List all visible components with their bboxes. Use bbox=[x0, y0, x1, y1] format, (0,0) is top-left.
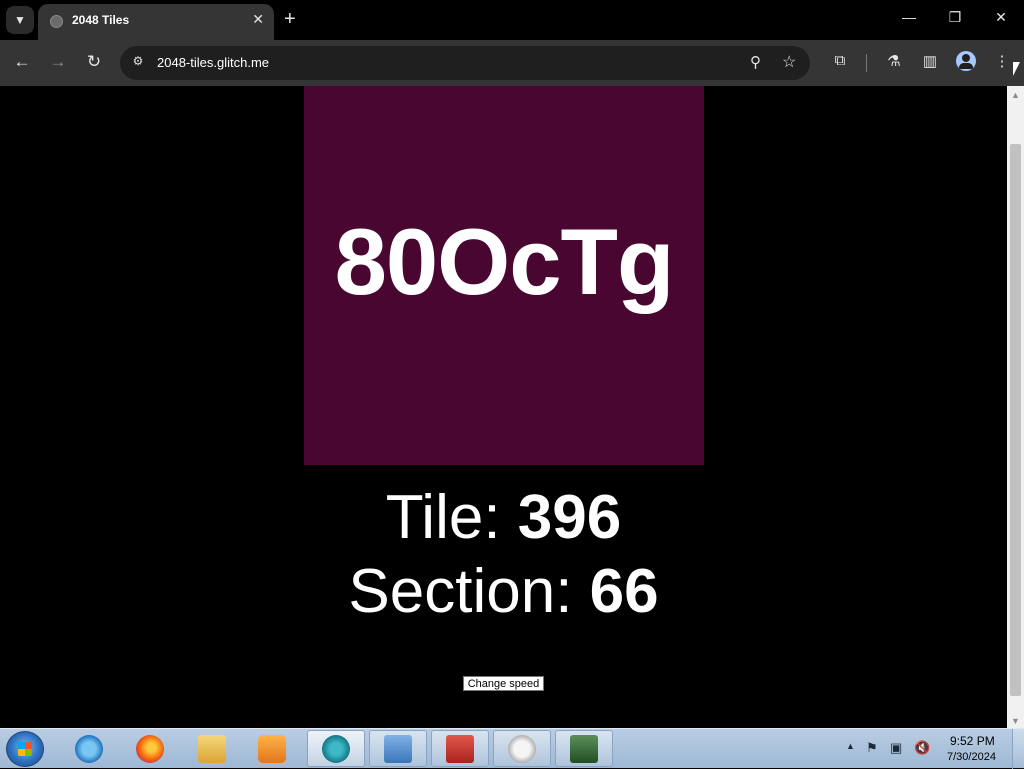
reload-icon[interactable]: ↻ bbox=[83, 52, 105, 72]
url-text[interactable]: 2048-tiles.glitch.me bbox=[157, 55, 269, 70]
star-icon[interactable]: ☆ bbox=[782, 52, 796, 72]
taskbar-app-toolbox[interactable] bbox=[431, 730, 489, 767]
clock-date[interactable]: 7/30/2024 bbox=[947, 751, 996, 763]
profile-icon[interactable] bbox=[956, 51, 976, 71]
media-player-icon bbox=[258, 734, 286, 763]
windows-taskbar: ▲ ⚑ ▣ 🔇 9:52 PM 7/30/2024 bbox=[0, 728, 1024, 769]
kebab-menu-icon[interactable]: ⋮ bbox=[992, 52, 1012, 70]
toolbox-icon bbox=[446, 734, 474, 763]
address-bar[interactable]: ⚙ 2048-tiles.glitch.me ⚲ ☆ bbox=[120, 46, 810, 80]
taskbar-app-control-panel[interactable] bbox=[369, 730, 427, 767]
start-button[interactable] bbox=[6, 731, 44, 767]
globe-icon bbox=[50, 15, 63, 28]
tab-title: 2048 Tiles bbox=[72, 13, 130, 27]
mouse-cursor-icon bbox=[1013, 62, 1020, 76]
minimize-button[interactable]: — bbox=[897, 9, 921, 25]
chrome-app-icon bbox=[322, 734, 350, 763]
taskbar-app-chrome[interactable] bbox=[307, 730, 365, 767]
toolbar-divider bbox=[866, 54, 867, 72]
taskbar-app-speedometer[interactable] bbox=[493, 730, 551, 767]
new-tab-button[interactable]: + bbox=[284, 9, 296, 29]
browser-toolbar: ← → ↻ ⚙ 2048-tiles.glitch.me ⚲ ☆ ⧉ ⚗ ▥ ⋮ bbox=[0, 40, 1024, 86]
taskbar-app-file-explorer[interactable] bbox=[183, 730, 241, 767]
control-panel-icon bbox=[384, 734, 412, 763]
tray-chevron-up-icon[interactable]: ▲ bbox=[846, 741, 855, 751]
side-panel-icon[interactable]: ▥ bbox=[920, 52, 940, 70]
flag-icon[interactable]: ⚑ bbox=[866, 740, 878, 756]
tab-2048-tiles[interactable]: 2048 Tiles ✕ bbox=[38, 4, 274, 40]
close-icon[interactable]: ✕ bbox=[252, 11, 264, 28]
page-viewport: 80OcTg Tile: 396 Section: 66 Change spee… bbox=[0, 86, 1007, 728]
firefox-icon bbox=[136, 734, 164, 763]
flask-icon[interactable]: ⚗ bbox=[884, 52, 904, 70]
taskbar-app-internet-explorer[interactable] bbox=[60, 730, 118, 767]
tile-text: 80OcTg bbox=[334, 208, 675, 314]
scroll-thumb[interactable] bbox=[1010, 144, 1021, 696]
internet-explorer-icon bbox=[75, 734, 103, 763]
window-close-button[interactable]: ✕ bbox=[989, 9, 1013, 26]
tile-value: 396 bbox=[517, 483, 622, 552]
restore-button[interactable]: ❐ bbox=[943, 9, 967, 26]
taskbar-app-monitor[interactable] bbox=[555, 730, 613, 767]
zoom-icon[interactable]: ⚲ bbox=[750, 53, 761, 71]
forward-arrow-icon[interactable]: → bbox=[47, 52, 69, 72]
chevron-down-icon[interactable]: ▼ bbox=[6, 6, 34, 34]
speedometer-icon bbox=[508, 734, 536, 763]
section-number-line: Section: 66 bbox=[0, 557, 1007, 627]
scroll-up-icon[interactable]: ▲ bbox=[1011, 90, 1020, 100]
taskbar-app-media-player[interactable] bbox=[243, 730, 301, 767]
tile-label: Tile: bbox=[385, 483, 518, 552]
back-arrow-icon[interactable]: ← bbox=[11, 52, 33, 72]
tune-icon[interactable]: ⚙ bbox=[130, 54, 146, 70]
scroll-down-icon[interactable]: ▼ bbox=[1011, 716, 1020, 726]
section-label: Section: bbox=[348, 557, 590, 626]
clock-time[interactable]: 9:52 PM bbox=[950, 734, 995, 748]
vertical-scrollbar[interactable]: ▲ ▼ bbox=[1007, 86, 1024, 728]
section-value: 66 bbox=[589, 557, 659, 626]
puzzle-icon[interactable]: ⧉ bbox=[830, 52, 850, 69]
monitor-icon bbox=[570, 734, 598, 763]
file-explorer-icon bbox=[198, 734, 226, 763]
tab-strip: ▼ 2048 Tiles ✕ + — ❐ ✕ bbox=[0, 0, 1024, 40]
network-icon[interactable]: ▣ bbox=[890, 740, 902, 756]
show-desktop-button[interactable] bbox=[1012, 729, 1024, 769]
tile-square: 80OcTg bbox=[304, 86, 704, 465]
taskbar-app-firefox[interactable] bbox=[121, 730, 179, 767]
tile-number-line: Tile: 396 bbox=[0, 483, 1007, 553]
change-speed-button[interactable]: Change speed bbox=[463, 676, 544, 691]
speaker-muted-icon[interactable]: 🔇 bbox=[914, 740, 930, 756]
